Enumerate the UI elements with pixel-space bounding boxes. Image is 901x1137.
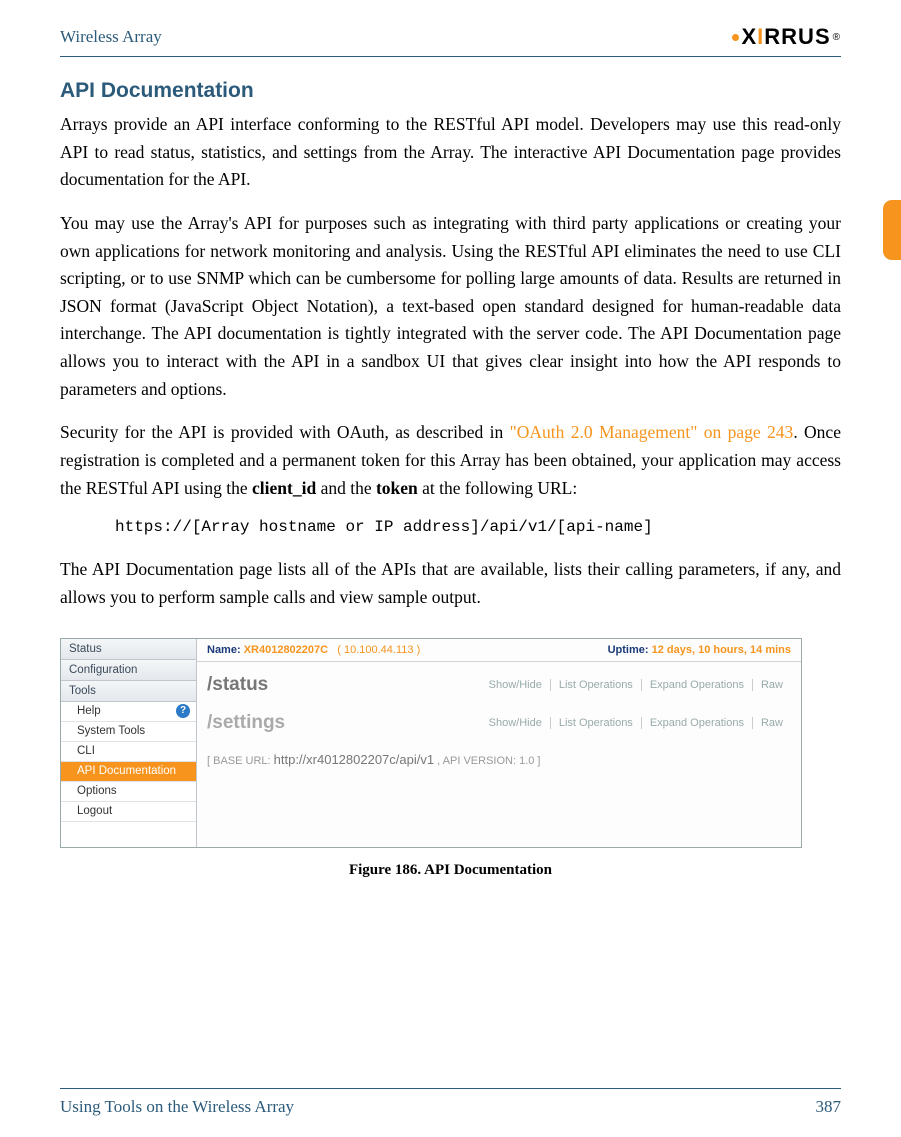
fig-topbar: Name: XR4012802207C ( 10.100.44.113 ) Up… [197, 639, 801, 662]
fig-uptime-value: 12 days, 10 hours, 14 mins [652, 644, 791, 656]
body-paragraph-4: The API Documentation page lists all of … [60, 556, 841, 611]
fig-baseurl-lbl-b: , API VERSION: 1.0 ] [437, 755, 540, 767]
fig-op-showhide[interactable]: Show/Hide [481, 679, 551, 691]
fig-sb-item-cli[interactable]: CLI [61, 742, 196, 762]
fig-sb-item-help[interactable]: Help ? [61, 702, 196, 722]
fig-name-value: XR4012802207C [244, 644, 328, 656]
fig-sidebar: Status Configuration Tools Help ? System… [61, 639, 197, 847]
p3-text-a: Security for the API is provided with OA… [60, 422, 510, 442]
oauth-crossref-link[interactable]: "OAuth 2.0 Management" on page 243 [510, 422, 794, 442]
body-paragraph-2: You may use the Array's API for purposes… [60, 210, 841, 403]
fig-op-expand[interactable]: Expand Operations [642, 679, 753, 691]
fig-ops-row: Show/Hide List Operations Expand Operati… [481, 679, 791, 691]
page-thumb-tab [883, 200, 901, 260]
fig-baseurl-lbl-a: [ BASE URL: [207, 755, 271, 767]
p3-text-d: at the following URL: [418, 478, 577, 498]
header-title: Wireless Array [60, 27, 162, 47]
footer-section-title: Using Tools on the Wireless Array [60, 1097, 294, 1117]
fig-uptime-label: Uptime: [608, 644, 649, 656]
figure-186: Status Configuration Tools Help ? System… [60, 638, 841, 879]
api-url-code: https://[Array hostname or IP address]/a… [115, 518, 841, 536]
fig-sb-item-api-documentation[interactable]: API Documentation [61, 762, 196, 782]
body-paragraph-1: Arrays provide an API interface conformi… [60, 111, 841, 194]
page-footer: Using Tools on the Wireless Array 387 [60, 1088, 841, 1117]
fig-sb-item-system-tools[interactable]: System Tools [61, 722, 196, 742]
fig-sb-item-options[interactable]: Options [61, 782, 196, 802]
figure-caption: Figure 186. API Documentation [60, 862, 841, 879]
fig-api-row-settings: /settings Show/Hide List Operations Expa… [197, 700, 801, 738]
footer-page-number: 387 [816, 1097, 842, 1117]
fig-ops-row-2: Show/Hide List Operations Expand Operati… [481, 717, 791, 729]
p3-text-c: and the [316, 478, 376, 498]
fig-baseurl: [ BASE URL: http://xr4012802207c/api/v1 … [197, 738, 801, 773]
help-icon[interactable]: ? [176, 704, 190, 718]
fig-name-label: Name: [207, 644, 241, 656]
fig-op-list-2[interactable]: List Operations [551, 717, 642, 729]
page-header: Wireless Array XIRRUS® [60, 24, 841, 57]
fig-main: Name: XR4012802207C ( 10.100.44.113 ) Up… [197, 639, 801, 847]
xirrus-logo: XIRRUS® [732, 24, 841, 50]
fig-sb-item-logout[interactable]: Logout [61, 802, 196, 822]
fig-sb-status[interactable]: Status [61, 639, 196, 660]
body-paragraph-3: Security for the API is provided with OA… [60, 419, 841, 502]
fig-sb-item-label: Help [77, 705, 101, 717]
fig-op-list[interactable]: List Operations [551, 679, 642, 691]
fig-op-raw-2[interactable]: Raw [753, 717, 791, 729]
fig-sb-tools[interactable]: Tools [61, 681, 196, 702]
figure-screenshot: Status Configuration Tools Help ? System… [60, 638, 802, 848]
section-heading: API Documentation [60, 79, 841, 103]
token-term: token [376, 478, 418, 498]
fig-api-row-status: /status Show/Hide List Operations Expand… [197, 662, 801, 700]
fig-sb-configuration[interactable]: Configuration [61, 660, 196, 681]
fig-op-raw[interactable]: Raw [753, 679, 791, 691]
client-id-term: client_id [252, 478, 316, 498]
fig-ip: ( 10.100.44.113 ) [337, 644, 420, 656]
fig-api-path-status[interactable]: /status [207, 674, 268, 696]
fig-op-expand-2[interactable]: Expand Operations [642, 717, 753, 729]
logo-dot-icon [732, 34, 739, 41]
fig-baseurl-url: http://xr4012802207c/api/v1 [274, 752, 434, 767]
fig-op-showhide-2[interactable]: Show/Hide [481, 717, 551, 729]
fig-api-path-settings[interactable]: /settings [207, 712, 285, 734]
